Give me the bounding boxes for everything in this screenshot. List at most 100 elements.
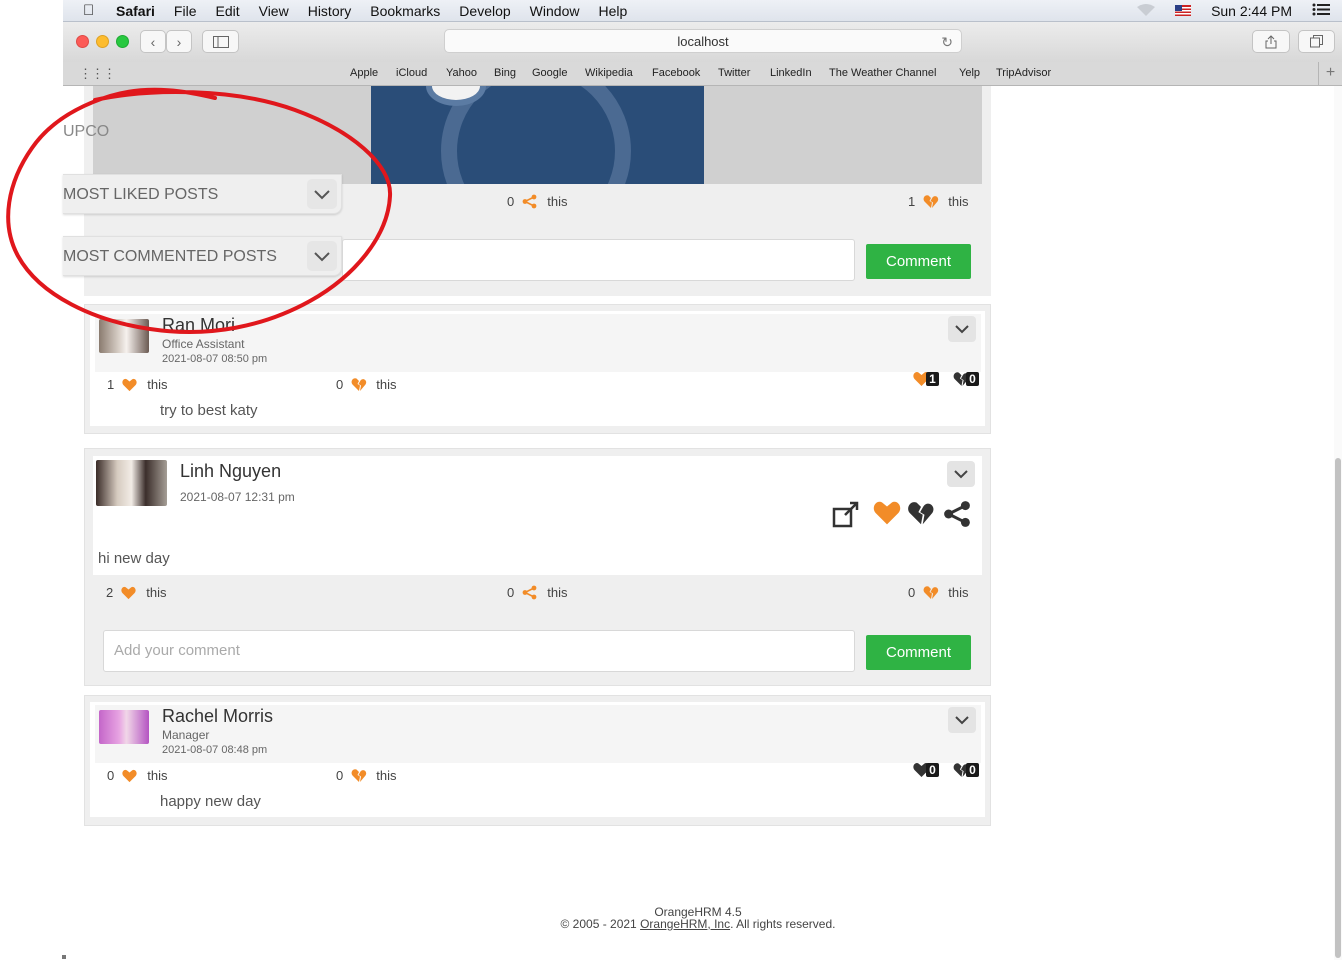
list-icon[interactable]	[1312, 3, 1330, 19]
screen:  Safari File Edit View History Bookmark…	[0, 0, 1342, 960]
post-author-name[interactable]: Ran Mori	[162, 315, 235, 336]
post-author-name[interactable]: Rachel Morris	[162, 706, 273, 727]
forward-button[interactable]: ›	[166, 30, 192, 53]
reload-icon[interactable]: ↻	[941, 30, 953, 54]
address-bar[interactable]: localhost ↻	[444, 29, 962, 53]
top-post-comment-input[interactable]	[342, 239, 855, 281]
like-badge[interactable]: 0	[913, 762, 939, 778]
post-date: 2021-08-07 12:31 pm	[180, 490, 295, 504]
bookmark-wikipedia[interactable]: Wikipedia	[585, 67, 633, 79]
like-badge[interactable]: 1	[913, 371, 939, 387]
scrollbar-thumb[interactable]	[1335, 458, 1341, 958]
dislike-label: this	[376, 768, 397, 783]
sidebar-most-commented-label: MOST COMMENTED POSTS	[63, 248, 277, 265]
top-post-share-count[interactable]: 0 this	[507, 194, 567, 209]
like-count: 2	[106, 585, 114, 600]
copyright-suffix: . All rights reserved.	[730, 917, 836, 931]
bookmark-twitter[interactable]: Twitter	[718, 67, 750, 79]
chevron-down-icon[interactable]	[307, 241, 337, 271]
bookmark-weather-channel[interactable]: The Weather Channel	[829, 67, 936, 79]
bookmark-google[interactable]: Google	[532, 67, 567, 79]
bookmark-yelp[interactable]: Yelp	[959, 67, 980, 79]
broken-heart-icon	[923, 194, 939, 209]
sidebar-most-commented-posts[interactable]: MOST COMMENTED POSTS	[63, 236, 342, 276]
sidebar-toggle-button[interactable]	[202, 30, 239, 53]
top-post-comment-button[interactable]: Comment	[866, 244, 971, 279]
add-bookmark-icon[interactable]: +	[1318, 62, 1342, 86]
top-post-image[interactable]	[371, 86, 704, 184]
dislike-count: 0	[336, 768, 344, 783]
shared-post-dislike-count[interactable]: 0 this	[336, 768, 396, 783]
flag-icon[interactable]	[1175, 3, 1192, 19]
post-options-button[interactable]	[947, 461, 975, 487]
menu-file[interactable]: File	[174, 3, 197, 19]
share-button[interactable]	[1252, 30, 1290, 53]
post-share-count[interactable]: 0 this	[507, 585, 567, 600]
shared-post-like-count[interactable]: 0 this	[107, 768, 167, 783]
post-dislike-count[interactable]: 0 this	[908, 585, 968, 600]
sidebar-icon	[212, 35, 229, 48]
top-post-dislike-count[interactable]: 1 this	[908, 194, 968, 209]
shared-post-dislike-count[interactable]: 0 this	[336, 377, 396, 392]
menu-develop[interactable]: Develop	[459, 3, 510, 19]
menu-window[interactable]: Window	[530, 3, 580, 19]
post-like-count[interactable]: 2 this	[106, 585, 166, 600]
comment-input[interactable]: Add your comment	[103, 630, 855, 672]
chevron-down-icon[interactable]	[307, 179, 337, 209]
post-options-button[interactable]	[948, 316, 976, 342]
bookmark-linkedin[interactable]: LinkedIn	[770, 67, 812, 79]
dislike-badge-count: 0	[966, 372, 979, 386]
dislike-badge[interactable]: 0	[953, 762, 979, 778]
post-author-job: Office Assistant	[162, 337, 245, 351]
dislike-label: this	[948, 194, 969, 209]
post-author-name[interactable]: Linh Nguyen	[180, 461, 281, 482]
avatar[interactable]	[99, 319, 149, 353]
sidebar-most-liked-posts[interactable]: MOST LIKED POSTS	[63, 174, 342, 214]
tabs-overview-button[interactable]	[1298, 30, 1335, 53]
menu-edit[interactable]: Edit	[215, 3, 239, 19]
menu-view[interactable]: View	[259, 3, 289, 19]
bookmark-facebook[interactable]: Facebook	[652, 67, 700, 79]
share-count: 0	[507, 194, 515, 209]
share-icon[interactable]	[943, 500, 971, 533]
grid-icon[interactable]: ⋮⋮⋮	[79, 66, 116, 82]
apple-icon[interactable]: 	[83, 2, 101, 19]
dislike-label: this	[376, 377, 397, 392]
menu-history[interactable]: History	[308, 3, 352, 19]
shared-post-like-count[interactable]: 1 this	[107, 377, 167, 392]
avatar[interactable]	[99, 710, 149, 744]
external-share-icon[interactable]	[832, 500, 860, 533]
menubar-clock[interactable]: Sun 2:44 PM	[1211, 3, 1292, 19]
avatar[interactable]	[96, 460, 167, 506]
bookmark-icloud[interactable]: iCloud	[396, 67, 427, 79]
zoom-window-button[interactable]	[116, 35, 129, 48]
comment-button[interactable]: Comment	[866, 635, 971, 670]
post-options-button[interactable]	[948, 707, 976, 733]
bookmark-apple[interactable]: Apple	[350, 67, 378, 79]
bookmarks-bar: ⋮⋮⋮ Apple iCloud Yahoo Bing Google Wikip…	[63, 62, 1342, 86]
company-link[interactable]: OrangeHRM, Inc	[640, 917, 730, 931]
menu-help[interactable]: Help	[598, 3, 627, 19]
bookmark-bing[interactable]: Bing	[494, 67, 516, 79]
bookmark-yahoo[interactable]: Yahoo	[446, 67, 477, 79]
dislike-count: 1	[908, 194, 916, 209]
url-text: localhost	[677, 34, 729, 49]
bookmark-tripadvisor[interactable]: TripAdvisor	[996, 67, 1051, 79]
dislike-badge-count: 0	[966, 763, 979, 777]
like-count: 0	[107, 768, 115, 783]
like-heart-icon[interactable]	[873, 500, 901, 531]
chevron-left-icon: ‹	[150, 33, 156, 50]
back-button[interactable]: ‹	[140, 30, 166, 53]
menu-app-name[interactable]: Safari	[116, 3, 155, 19]
dislike-badge[interactable]: 0	[953, 371, 979, 387]
page-edge-marker	[62, 955, 66, 959]
menu-bookmarks[interactable]: Bookmarks	[370, 3, 440, 19]
share-label: this	[547, 194, 568, 209]
post-text: happy new day	[160, 793, 261, 810]
dislike-broken-heart-icon[interactable]	[907, 500, 935, 531]
minimize-window-button[interactable]	[96, 35, 109, 48]
copyright-prefix: © 2005 - 2021	[560, 917, 641, 931]
sidebar-upcoming[interactable]: UPCO	[63, 112, 109, 152]
wifi-icon[interactable]	[1137, 3, 1156, 19]
close-window-button[interactable]	[76, 35, 89, 48]
